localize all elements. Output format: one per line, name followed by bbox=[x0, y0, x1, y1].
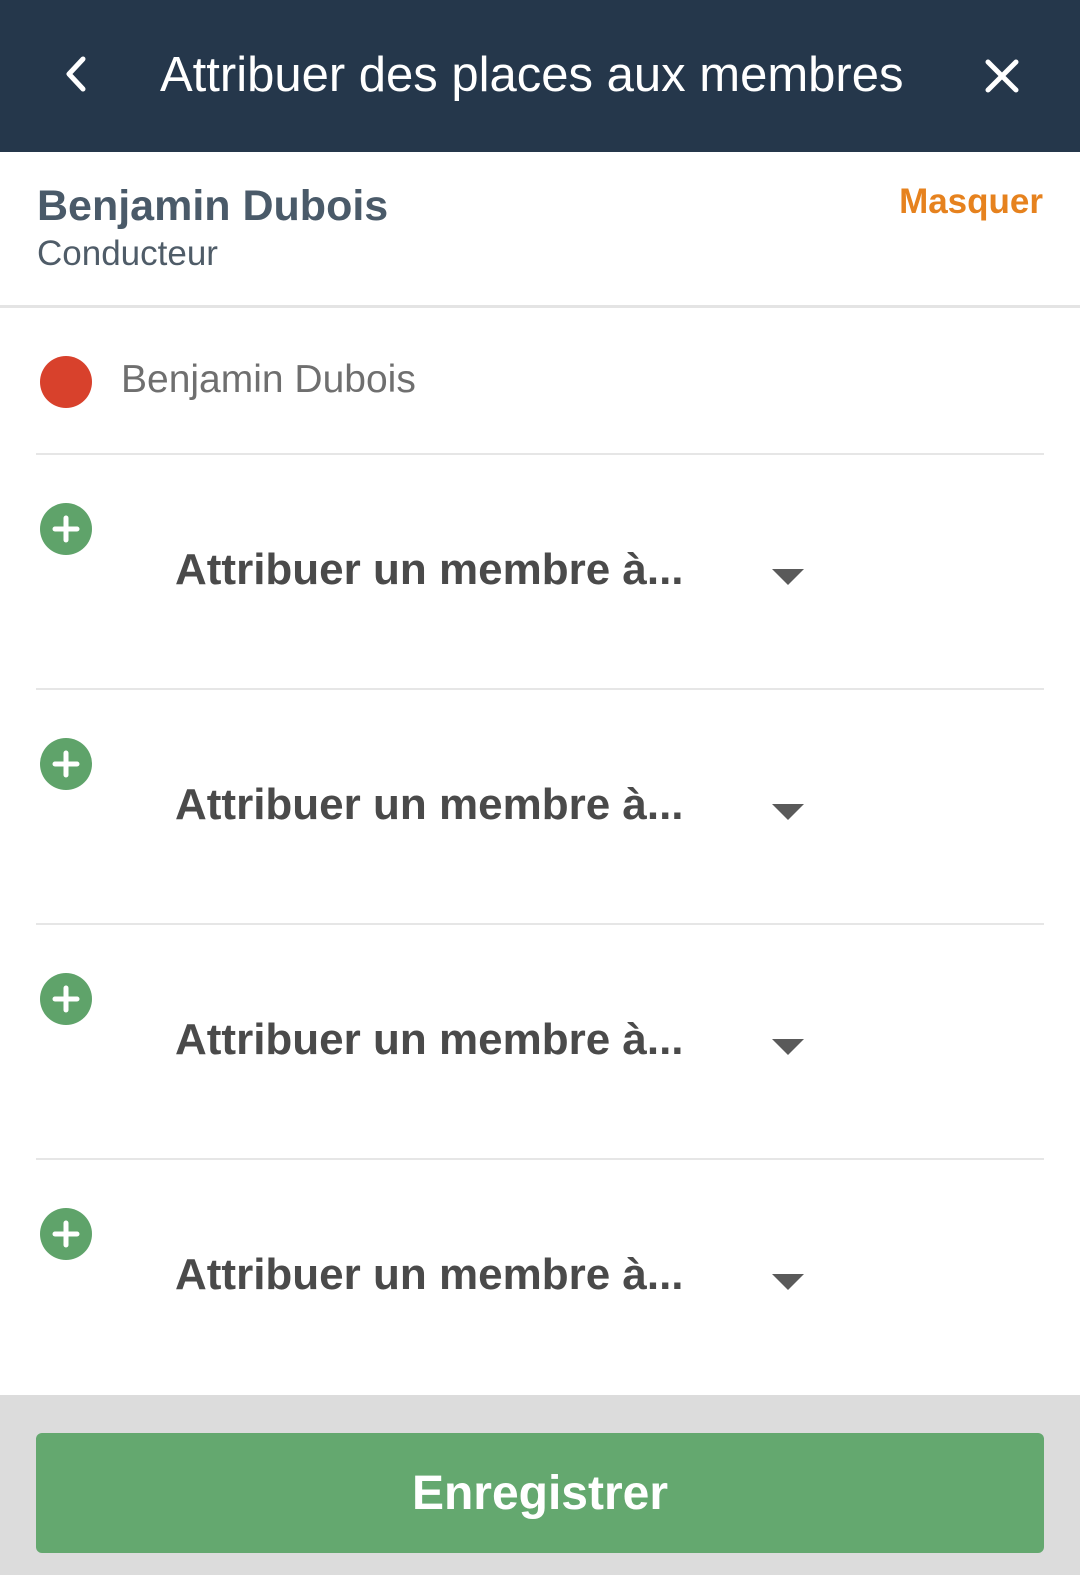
member-select[interactable]: Attribuer un membre à... bbox=[175, 539, 815, 609]
plus-icon bbox=[52, 985, 80, 1013]
footer-bar: Enregistrer bbox=[0, 1395, 1080, 1575]
page-title: Attribuer des places aux membres bbox=[160, 48, 904, 102]
member-select[interactable]: Attribuer un membre à... bbox=[175, 1009, 815, 1079]
driver-row: Benjamin Dubois bbox=[36, 308, 1044, 455]
plus-icon bbox=[52, 1220, 80, 1248]
back-button[interactable] bbox=[48, 46, 104, 102]
dropdown-caret-icon bbox=[772, 569, 804, 585]
chevron-left-icon bbox=[66, 56, 86, 92]
top-app-bar: Attribuer des places aux membres bbox=[0, 0, 1080, 152]
add-seat-button[interactable] bbox=[40, 973, 92, 1025]
seat-row: Attribuer un membre à... bbox=[36, 455, 1044, 690]
seat-row: Attribuer un membre à... bbox=[36, 1160, 1044, 1395]
vehicle-header: Benjamin Dubois Conducteur Masquer bbox=[0, 152, 1080, 308]
dropdown-caret-icon bbox=[772, 1274, 804, 1290]
plus-icon bbox=[52, 750, 80, 778]
seat-row: Attribuer un membre à... bbox=[36, 925, 1044, 1160]
close-button[interactable] bbox=[974, 48, 1030, 104]
member-select-placeholder: Attribuer un membre à... bbox=[175, 1015, 684, 1064]
owner-name: Benjamin Dubois bbox=[37, 182, 389, 230]
member-select-placeholder: Attribuer un membre à... bbox=[175, 780, 684, 829]
hide-link[interactable]: Masquer bbox=[899, 182, 1043, 222]
close-icon bbox=[985, 59, 1019, 93]
plus-icon bbox=[52, 515, 80, 543]
add-seat-button[interactable] bbox=[40, 738, 92, 790]
add-seat-button[interactable] bbox=[40, 503, 92, 555]
member-select-placeholder: Attribuer un membre à... bbox=[175, 545, 684, 594]
assign-seats-screen: Attribuer des places aux membres Benjami… bbox=[0, 0, 1080, 1575]
member-select[interactable]: Attribuer un membre à... bbox=[175, 774, 815, 844]
owner-role: Conducteur bbox=[37, 234, 218, 273]
member-select-placeholder: Attribuer un membre à... bbox=[175, 1250, 684, 1299]
seat-row: Attribuer un membre à... bbox=[36, 690, 1044, 925]
add-seat-button[interactable] bbox=[40, 1208, 92, 1260]
dropdown-caret-icon bbox=[772, 804, 804, 820]
driver-name: Benjamin Dubois bbox=[121, 358, 416, 401]
save-button[interactable]: Enregistrer bbox=[36, 1433, 1044, 1553]
dropdown-caret-icon bbox=[772, 1039, 804, 1055]
driver-marker-dot bbox=[40, 356, 92, 408]
member-select[interactable]: Attribuer un membre à... bbox=[175, 1244, 815, 1314]
